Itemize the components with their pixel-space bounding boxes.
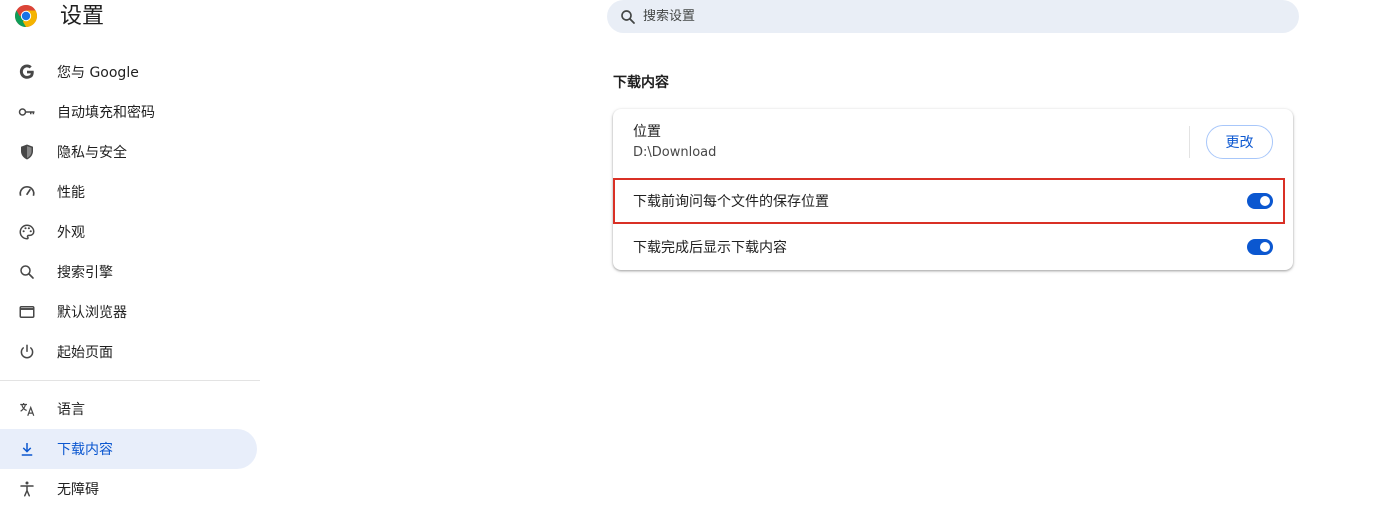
sidebar-item-autofill[interactable]: 自动填充和密码 <box>0 92 257 132</box>
sidebar-item-label: 搜索引擎 <box>57 265 113 281</box>
show-when-done-row[interactable]: 下载完成后显示下载内容 <box>613 224 1293 270</box>
sidebar-item-search-engine[interactable]: 搜索引擎 <box>0 252 257 292</box>
sidebar-item-label: 无障碍 <box>57 482 99 498</box>
location-text: 位置 D:\Download <box>633 122 1189 162</box>
ask-where-to-save-label: 下载前询问每个文件的保存位置 <box>633 194 829 210</box>
section-title: 下载内容 <box>613 75 669 91</box>
sidebar-item-label: 默认浏览器 <box>57 305 127 321</box>
sidebar-item-label: 自动填充和密码 <box>57 105 155 121</box>
sidebar-item-label: 您与 Google <box>57 65 139 81</box>
location-label: 位置 <box>633 124 661 140</box>
sidebar-item-label: 下载内容 <box>57 442 113 458</box>
row-separator <box>1189 126 1190 158</box>
sidebar: 您与 Google 自动填充和密码 隐私与安全 性能 外观 搜索引擎 默认浏览器… <box>0 52 260 508</box>
toggle-knob <box>1260 196 1270 206</box>
sidebar-item-label: 隐私与安全 <box>57 145 127 161</box>
download-icon <box>18 440 36 458</box>
search-icon <box>621 9 635 24</box>
sidebar-item-on-startup[interactable]: 起始页面 <box>0 332 257 372</box>
sidebar-item-appearance[interactable]: 外观 <box>0 212 257 252</box>
google-g-icon <box>18 63 36 81</box>
page-title: 设置 <box>60 4 105 29</box>
search-bar[interactable] <box>607 0 1299 33</box>
location-path: D:\Download <box>633 145 717 160</box>
browser-window-icon <box>18 303 36 321</box>
toggle-knob <box>1260 242 1270 252</box>
ask-where-to-save-toggle[interactable] <box>1247 193 1273 209</box>
sidebar-item-performance[interactable]: 性能 <box>0 172 257 212</box>
power-icon <box>18 343 36 361</box>
search-icon <box>18 263 36 281</box>
ask-where-to-save-row[interactable]: 下载前询问每个文件的保存位置 <box>613 178 1293 224</box>
sidebar-item-label: 起始页面 <box>57 345 113 361</box>
change-location-button[interactable]: 更改 <box>1206 125 1273 159</box>
key-icon <box>18 103 36 121</box>
sidebar-item-downloads[interactable]: 下载内容 <box>0 429 257 469</box>
accessibility-icon <box>18 480 36 498</box>
location-row: 位置 D:\Download 更改 <box>613 109 1293 175</box>
sidebar-item-label: 外观 <box>57 225 85 241</box>
translate-icon <box>18 400 36 418</box>
sidebar-item-label: 性能 <box>57 185 85 201</box>
sidebar-divider <box>0 380 260 381</box>
sidebar-item-languages[interactable]: 语言 <box>0 389 257 429</box>
sidebar-item-default-browser[interactable]: 默认浏览器 <box>0 292 257 332</box>
sidebar-item-accessibility[interactable]: 无障碍 <box>0 469 257 508</box>
settings-app: 设置 您与 Google 自动填充和密码 隐私与安全 <box>0 0 1379 508</box>
shield-icon <box>18 143 36 161</box>
sidebar-item-privacy[interactable]: 隐私与安全 <box>0 132 257 172</box>
downloads-card: 位置 D:\Download 更改 下载前询问每个文件的保存位置 下载完成后显示… <box>613 109 1293 270</box>
sidebar-item-label: 语言 <box>57 402 85 418</box>
speedometer-icon <box>18 183 36 201</box>
sidebar-item-you-and-google[interactable]: 您与 Google <box>0 52 257 92</box>
show-when-done-toggle[interactable] <box>1247 239 1273 255</box>
search-input[interactable] <box>643 9 1243 24</box>
palette-icon <box>18 223 36 241</box>
chrome-logo-icon <box>15 5 37 27</box>
show-when-done-label: 下载完成后显示下载内容 <box>633 240 787 256</box>
